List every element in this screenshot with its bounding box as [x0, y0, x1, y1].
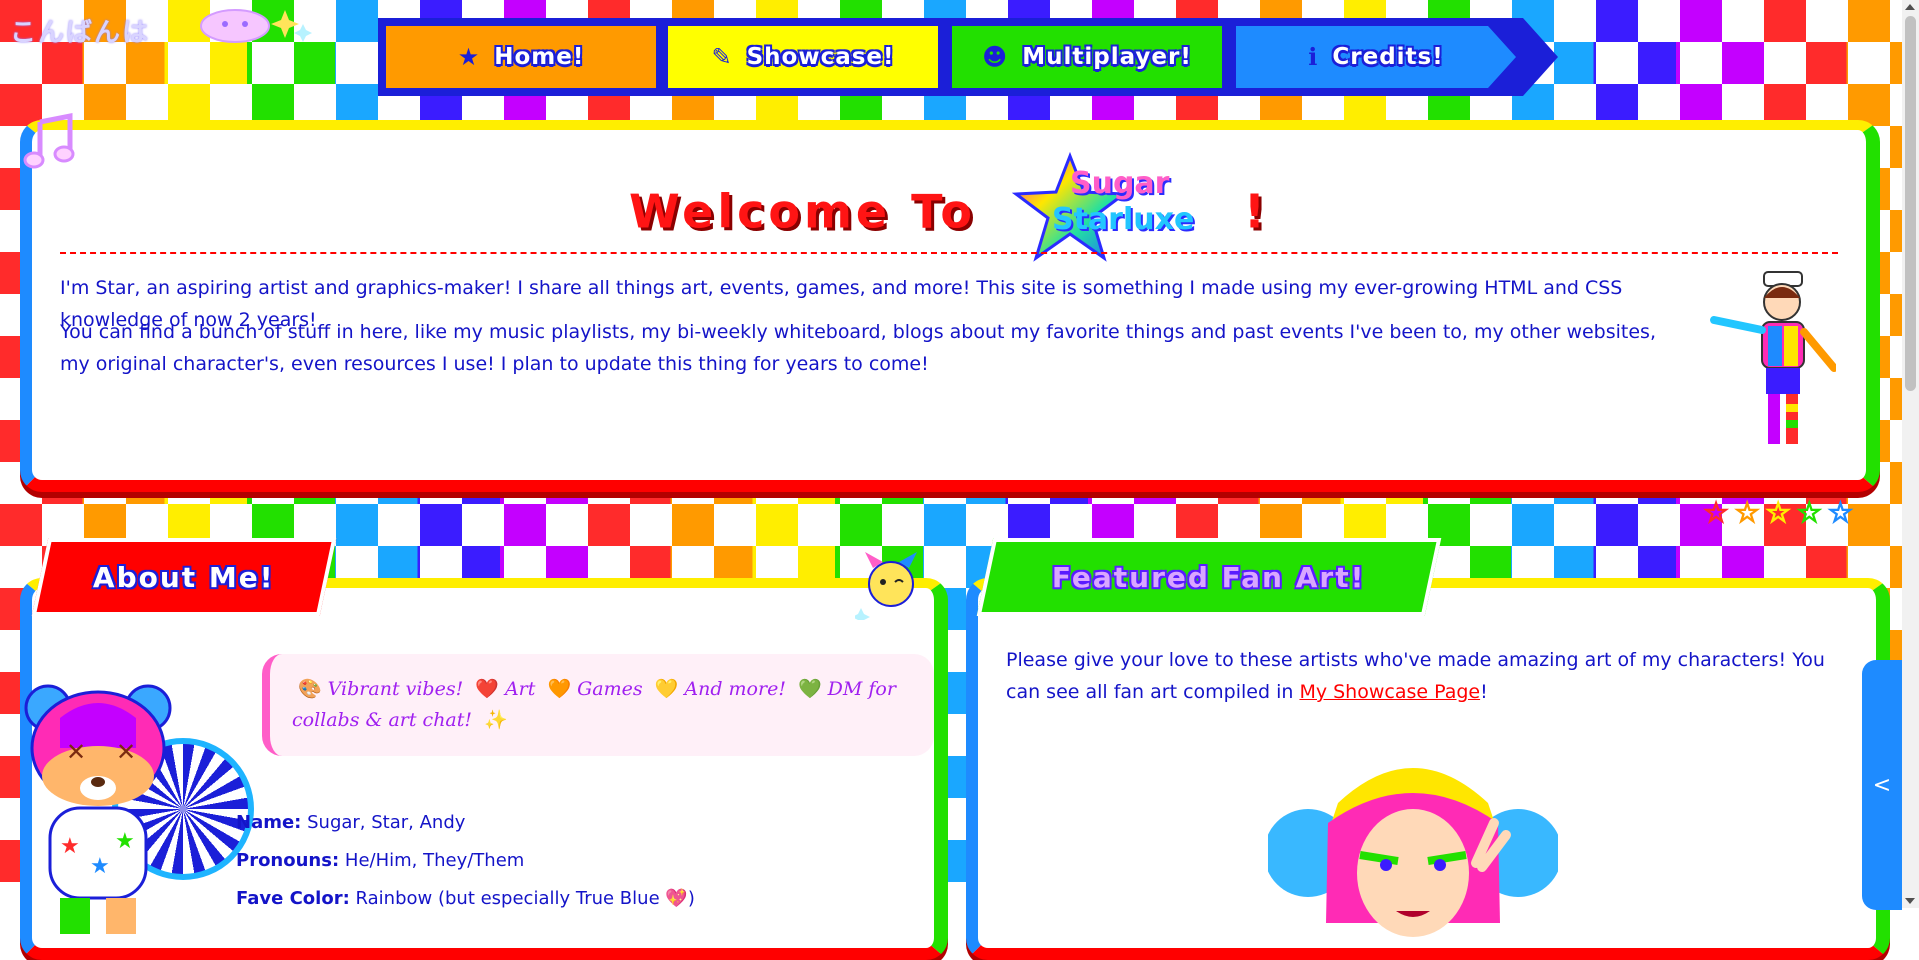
status-bubble: 🎨 Vibrant vibes! ❤️ Art 🧡 Games 💛 And more! …	[262, 654, 934, 756]
info-name-value: Sugar, Star, Andy	[307, 812, 466, 833]
welcome-title-prefix: Welcome To	[629, 184, 976, 239]
showcase-page-link[interactable]: My Showcase Page	[1299, 681, 1480, 703]
nav-multiplayer-label: Multiplayer!	[1022, 44, 1192, 70]
sparkles-emoji: ✨	[484, 709, 508, 731]
chevron-left-icon: <	[1872, 772, 1892, 798]
about-me-tab: About Me!	[31, 538, 337, 616]
star-outline-icon: ☆	[1734, 495, 1766, 530]
nav-credits-label: Credits!	[1332, 44, 1444, 70]
side-panel-toggle-button[interactable]: <	[1862, 660, 1902, 910]
bubble-part: And more!	[684, 678, 786, 700]
heart-emoji: ❤️	[475, 678, 499, 700]
info-color-label: Fave Color:	[236, 888, 350, 909]
fan-art-description: Please give your love to these artists w…	[1006, 644, 1846, 708]
info-pronouns-value: He/Him, They/Them	[344, 850, 525, 871]
info-name: Name: Sugar, Star, Andy	[236, 812, 465, 833]
heart-emoji: 💖	[665, 888, 688, 909]
info-color-close: )	[687, 888, 695, 909]
svg-text:★: ★	[90, 854, 110, 879]
welcome-panel: Welcome To Sugar Starluxe ! I'm Star, an…	[20, 112, 1880, 492]
info-fave-color: Fave Color: Rainbow (but especially True…	[236, 888, 695, 909]
fan-art-illustration	[1268, 768, 1558, 937]
svg-text:✕: ✕	[66, 738, 86, 766]
palette-emoji: 🎨	[298, 678, 322, 700]
nav-home-label: Home!	[494, 44, 585, 70]
about-me-tab-label: About Me!	[93, 560, 275, 594]
logo-text-starluxe: Starluxe	[1051, 202, 1195, 237]
heart-emoji: 💛	[654, 678, 679, 700]
scroll-down-icon[interactable]	[1905, 898, 1915, 904]
bubble-part: Art	[504, 678, 536, 700]
star-outline-icon: ☆	[1827, 495, 1859, 530]
bubble-part: Vibrant vibes!	[327, 678, 464, 700]
bear-character-illustration: ✕ ✕ ★ ★ ★	[24, 684, 172, 934]
info-pronouns: Pronouns: He/Him, They/Them	[236, 850, 524, 871]
welcome-paragraph-2: You can find a bunch of stuff in here, l…	[60, 321, 1656, 375]
users-icon: ☻	[982, 43, 1009, 71]
star-outline-icon: ☆	[1703, 495, 1735, 530]
greeting-text: こんばんは	[10, 18, 151, 48]
info-color-value: Rainbow (but especially True Blue	[355, 888, 660, 909]
scroll-up-icon[interactable]	[1905, 4, 1915, 10]
character-illustration	[1710, 271, 1836, 444]
stars-decoration: ☆☆☆☆☆	[1703, 495, 1859, 530]
mascot-sticker	[855, 552, 917, 620]
scrollbar[interactable]	[1902, 0, 1919, 908]
welcome-title-suffix: !	[1244, 184, 1269, 239]
star-outline-icon: ☆	[1796, 495, 1828, 530]
top-nav: ★ Home! ✎ Showcase! ☻ Multiplayer! ℹ Cre…	[378, 18, 1558, 96]
title-divider	[60, 252, 1838, 254]
nav-showcase-button[interactable]: ✎ Showcase!	[668, 26, 938, 88]
svg-text:✕: ✕	[116, 738, 136, 766]
heart-emoji: 🧡	[547, 678, 572, 700]
nav-credits-button[interactable]: ℹ Credits!	[1236, 26, 1516, 88]
featured-fan-art-tab-label: Featured Fan Art!	[1052, 560, 1366, 594]
sparkle-deco-icon	[200, 9, 312, 43]
bubble-part: Games	[577, 678, 643, 700]
info-pronouns-label: Pronouns:	[236, 850, 340, 871]
featured-fan-art-tab: Featured Fan Art!	[976, 538, 1442, 616]
scroll-thumb[interactable]	[1905, 16, 1916, 391]
nav-home-button[interactable]: ★ Home!	[386, 26, 656, 88]
fan-art-panel: Please give your love to these artists w…	[966, 578, 1890, 960]
info-name-label: Name:	[236, 812, 302, 833]
nav-multiplayer-button[interactable]: ☻ Multiplayer!	[952, 26, 1222, 88]
fan-art-text-end: !	[1480, 681, 1488, 703]
starluxe-logo: Sugar Starluxe	[1010, 152, 1210, 262]
svg-text:★: ★	[60, 834, 80, 859]
pencil-icon: ✎	[711, 43, 733, 71]
heart-emoji: 💚	[798, 678, 822, 700]
info-icon: ℹ	[1308, 43, 1319, 71]
nav-showcase-label: Showcase!	[746, 44, 895, 70]
about-me-panel: 🎨 Vibrant vibes! ❤️ Art 🧡 Games 💛 And more! …	[20, 578, 948, 960]
star-icon: ★	[457, 43, 481, 71]
svg-text:★: ★	[115, 829, 135, 854]
logo-text-sugar: Sugar	[1069, 166, 1170, 201]
star-outline-icon: ☆	[1765, 495, 1797, 530]
